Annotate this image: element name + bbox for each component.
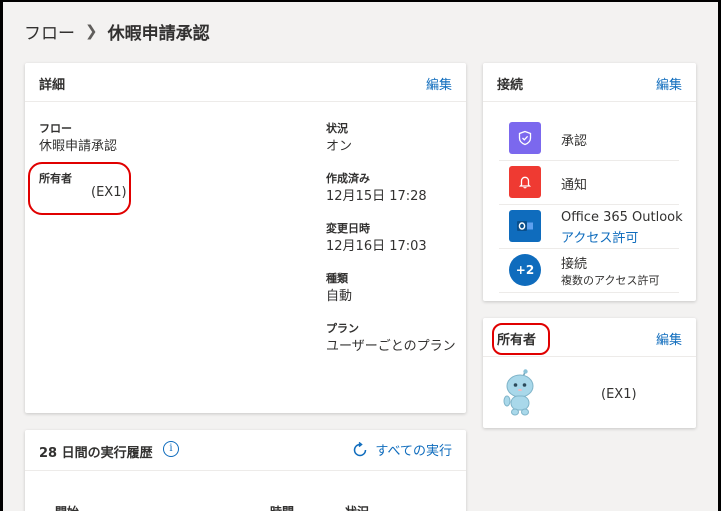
connection-more[interactable]: +2 接続 複数のアクセス許可 [499,248,679,293]
avatar [503,368,537,418]
more-connections-badge: +2 [509,254,541,286]
status-value: オン [326,139,353,154]
all-runs-label: すべての実行 [375,444,452,459]
owner-name: (EX1) [601,387,637,402]
refresh-icon [354,441,367,456]
col-start: 開始 [55,503,79,511]
connection-approvals[interactable]: 承認 [499,116,679,161]
owner-label: 所有者 [39,172,72,185]
owners-header: 所有者 編集 [483,318,696,357]
modified-value: 12月16日 17:03 [326,239,427,254]
all-runs-link[interactable]: すべての実行 [351,440,452,459]
connections-edit-link[interactable]: 編集 [656,74,682,93]
connection-sub-text: 複数のアクセス許可 [561,274,660,287]
col-duration: 時間 [270,503,294,511]
owners-title: 所有者 [497,333,537,348]
breadcrumb-flows-link[interactable]: フロー [24,19,75,44]
col-status: 状況 [345,503,369,511]
modified-label: 変更日時 [326,222,370,235]
breadcrumb: フロー ❯ 休暇申請承認 [24,19,210,44]
details-card: 詳細 編集 フロー 休暇申請承認 所有者 (EX1) 状況 オン 作成済み 12… [25,63,466,413]
app-frame: フロー ❯ 休暇申請承認 詳細 編集 フロー 休暇申請承認 所有者 (EX1) … [3,2,718,511]
details-title: 詳細 [39,78,66,93]
owners-card: 所有者 編集 (EX1) [483,318,696,428]
run-history-card: 28 日間の実行履歴 i すべての実行 開始 時間 状況 [25,430,466,511]
outlook-icon [509,210,541,242]
badge-count: +2 [515,263,535,277]
details-edit-link[interactable]: 編集 [426,74,452,93]
connections-title: 接続 [497,78,524,93]
approval-icon [509,122,541,154]
details-header: 詳細 編集 [25,63,466,102]
connection-name: 通知 [561,178,588,193]
run-history-header: 28 日間の実行履歴 i すべての実行 [25,430,466,471]
flow-label: フロー [39,122,72,135]
info-icon[interactable]: i [163,441,179,457]
chevron-right-icon: ❯ [85,22,98,40]
connection-notifications[interactable]: 通知 [499,160,679,205]
created-label: 作成済み [326,172,370,185]
connection-name: Office 365 Outlook [561,210,683,225]
bell-icon [509,166,541,198]
connections-header: 接続 編集 [483,63,696,102]
type-label: 種類 [326,272,348,285]
connections-card: 接続 編集 承認 通知 Office 365 Outlook アクセス許可 +2 [483,63,696,301]
created-value: 12月15日 17:28 [326,189,427,204]
connection-name: 接続 [561,257,588,272]
connection-permission-link[interactable]: アクセス許可 [561,227,638,246]
type-value: 自動 [326,289,353,304]
plan-value: ユーザーごとのプラン [326,339,456,354]
flow-value: 休暇申請承認 [39,139,118,154]
page-title: 休暇申請承認 [107,23,210,44]
owners-edit-link[interactable]: 編集 [656,329,682,348]
connection-name: 承認 [561,134,588,149]
connection-outlook[interactable]: Office 365 Outlook アクセス許可 [499,204,683,249]
owner-value: (EX1) [91,185,127,200]
status-label: 状況 [326,122,348,135]
run-history-title: 28 日間の実行履歴 [39,446,153,461]
plan-label: プラン [326,322,359,335]
